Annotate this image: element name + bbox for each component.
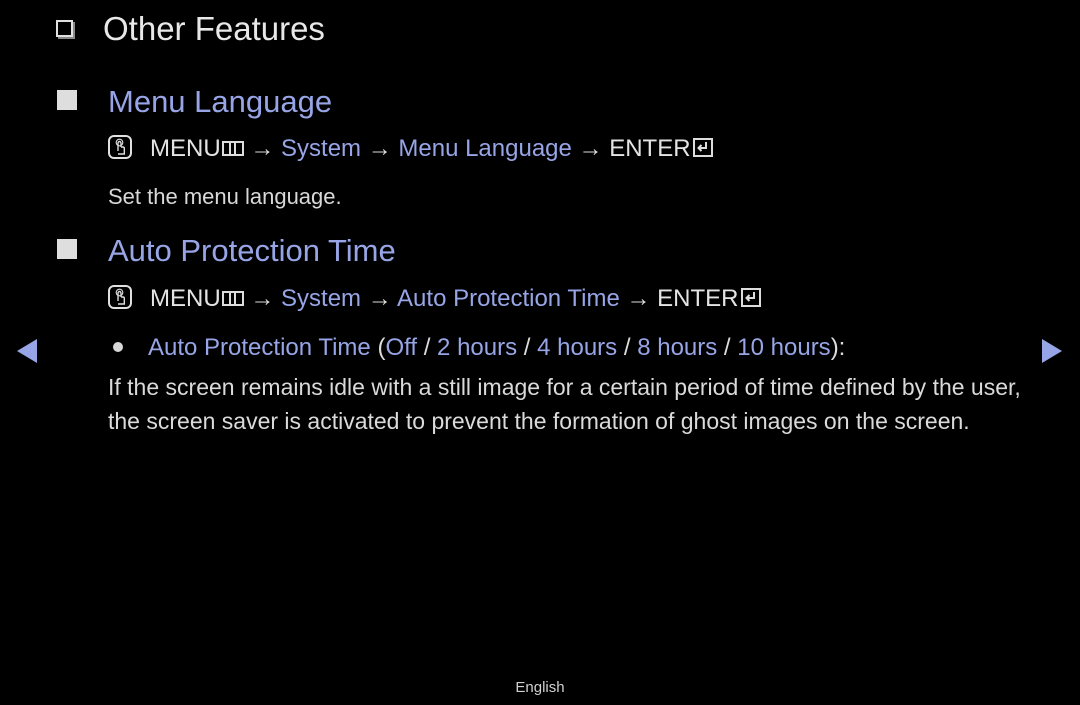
hand-touch-icon [108, 285, 132, 309]
path-step-system: System [281, 285, 362, 312]
path-step-auto-protection-time: Auto Protection Time [397, 285, 620, 312]
option-off: Off [385, 334, 418, 361]
path-step-menu-language: Menu Language [398, 135, 572, 162]
option-2-hours: 2 hours [437, 334, 518, 361]
square-bullet-icon [57, 90, 77, 110]
triangle-right-icon [1042, 339, 1062, 363]
square-bullet-icon [57, 239, 77, 259]
section-heading-auto-protection-time: Auto Protection Time [57, 233, 396, 269]
previous-page-button[interactable] [16, 338, 38, 369]
enter-icon [692, 138, 713, 157]
option-10-hours: 10 hours [737, 334, 831, 361]
enter-key-label: ENTER [657, 285, 739, 312]
bullet-dot-icon [113, 342, 123, 352]
option-list: Auto Protection Time (Off / 2 hours / 4 … [113, 334, 845, 362]
auto-protection-description: If the screen remains idle with a still … [108, 374, 1021, 434]
option-label: Auto Protection Time [148, 334, 371, 361]
footer-language: English [515, 679, 565, 696]
checkbox-outline-icon [56, 20, 73, 37]
menu-language-description: Set the menu language. [108, 184, 342, 209]
menu-path-auto-protection-time: MENU → System → Auto Protection Time → E… [108, 285, 761, 313]
menu-icon [221, 291, 244, 306]
enter-icon [740, 288, 761, 307]
menu-key-label: MENU [150, 285, 221, 312]
next-page-button[interactable] [1041, 338, 1063, 369]
menu-key-label: MENU [150, 135, 221, 162]
path-step-system: System [281, 135, 362, 162]
page-title: Other Features [56, 10, 325, 48]
option-4-hours: 4 hours [537, 334, 618, 361]
menu-icon [221, 141, 244, 156]
hand-touch-icon [108, 135, 132, 159]
menu-path-menu-language: MENU → System → Menu Language → ENTER [108, 135, 713, 163]
enter-key-label: ENTER [609, 135, 691, 162]
triangle-left-icon [17, 339, 37, 363]
option-8-hours: 8 hours [637, 334, 718, 361]
section-heading-menu-language: Menu Language [57, 84, 332, 120]
